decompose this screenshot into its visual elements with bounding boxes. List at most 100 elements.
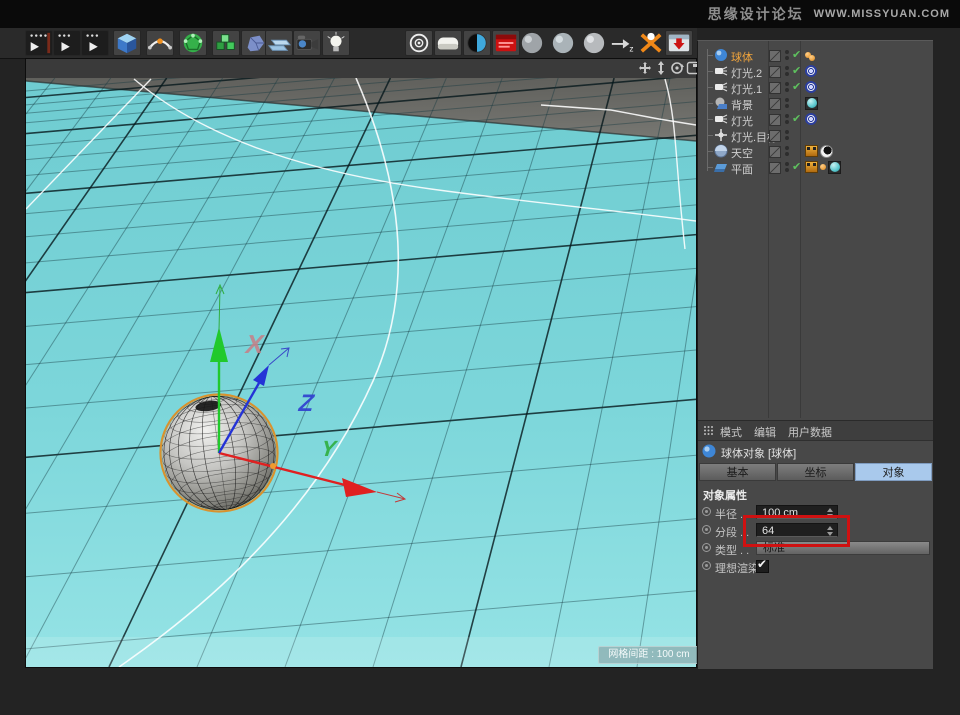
object-row-background[interactable]: 背景 [698,95,933,111]
phong-tag-icon[interactable] [809,55,815,61]
compositing-tag-icon[interactable] [805,161,818,173]
tab-object[interactable]: 对象 [855,463,932,481]
top-title-bar: 思缘设计论坛 WWW.MISSYUAN.COM [0,0,960,28]
layer-toggle[interactable] [769,146,781,158]
keyframe-record-1-button[interactable] [25,30,53,56]
visibility-dots[interactable] [785,114,789,124]
gizmo-plane-handle[interactable] [270,463,276,469]
cube-primitive-button[interactable] [113,30,141,56]
object-row-plane[interactable]: 平面 ✔ [698,159,933,175]
subdivision-surface-button[interactable] [179,30,207,56]
compositing-tag-icon[interactable] [805,145,818,157]
type-key-radio[interactable] [702,543,711,552]
watermark-title: 思缘设计论坛 [708,4,804,24]
enable-check[interactable]: ✔ [792,64,801,77]
background-object-icon [714,96,728,110]
plane-object-icon [714,160,728,174]
material-sphere-2[interactable] [549,30,577,56]
render-perfect-key-radio[interactable] [702,561,711,570]
grid-menu-icon[interactable] [703,425,714,439]
tab-basic[interactable]: 基本 [699,463,776,481]
keyframe-record-3-button[interactable] [81,30,109,56]
layer-toggle[interactable] [769,82,781,94]
light-object-icon [714,64,728,78]
visibility-dots[interactable] [785,66,789,76]
render-region-target-button[interactable] [405,30,433,56]
segments-key-radio[interactable] [702,525,711,534]
material-sphere-1[interactable] [518,30,546,56]
attribute-object-title-row: 球体对象 [球体] [698,442,933,460]
object-row-sphere[interactable]: 球体 ✔ [698,47,933,63]
texture-tag-icon[interactable] [828,161,841,174]
pan-icon[interactable] [638,61,652,75]
menu-edit[interactable]: 编辑 [754,424,776,440]
enable-check[interactable]: ✔ [792,112,801,125]
main-toolbar: z [0,28,697,59]
coordinates-z-button[interactable]: z [608,30,636,56]
radius-key-radio[interactable] [702,507,711,516]
array-cloner-button[interactable] [212,30,240,56]
layer-toggle[interactable] [769,114,781,126]
material-sphere-3[interactable] [580,30,608,56]
menu-user-data[interactable]: 用户数据 [788,424,832,440]
layer-toggle[interactable] [769,130,781,142]
grid-spacing-status: 网格间距 : 100 cm [598,646,700,664]
enable-check[interactable]: ✔ [792,80,801,93]
render-picture-viewer-button[interactable] [463,30,491,56]
application-window: 思缘设计论坛 WWW.MISSYUAN.COM [0,0,960,715]
visibility-dots[interactable] [785,130,789,140]
zoom-icon[interactable] [654,61,668,75]
object-properties-title: 对象属性 [703,487,747,503]
layer-toggle[interactable] [769,162,781,174]
layer-toggle[interactable] [769,98,781,110]
light-object-icon [714,112,728,126]
menu-mode[interactable]: 模式 [720,424,742,440]
object-row-sky[interactable]: 天空 [698,143,933,159]
layer-toggle[interactable] [769,66,781,78]
target-tag-icon[interactable] [805,65,817,77]
xpresso-button[interactable] [637,30,665,56]
render-active-view-button[interactable] [434,30,462,56]
tab-coordinates[interactable]: 坐标 [777,463,854,481]
enable-check[interactable]: ✔ [792,160,801,173]
floor-button[interactable] [265,30,293,56]
content-browser-button[interactable] [665,30,693,56]
enable-check[interactable]: ✔ [792,48,801,61]
right-panel: 球体 ✔ 灯光.2 ✔ 灯光.1 ✔ 背景 [697,40,933,668]
viewport-header [26,59,696,79]
texture-tag-icon[interactable] [805,97,818,110]
object-row-light2[interactable]: 灯光.2 ✔ [698,63,933,79]
object-row-light-target[interactable]: 灯光.目标 [698,127,933,143]
render-perfect-checkbox[interactable]: ✔ [756,560,769,573]
spline-pen-button[interactable] [146,30,174,56]
visibility-dots[interactable] [785,82,789,92]
plane-object[interactable] [26,81,696,667]
sky-object-icon [714,144,728,158]
render-settings-button[interactable] [492,30,520,56]
layer-toggle[interactable] [769,50,781,62]
light-button[interactable] [322,30,350,56]
light-object-icon [714,80,728,94]
viewport-3d[interactable]: X Z Y 网格间距 : 100 cm [25,58,697,668]
texture-tag-bw-icon[interactable] [820,145,833,158]
plane-glow [26,637,696,667]
attribute-object-title: 球体对象 [球体] [721,445,796,461]
object-row-light1[interactable]: 灯光.1 ✔ [698,79,933,95]
keyframe-record-2-button[interactable] [53,30,81,56]
visibility-dots[interactable] [785,50,789,60]
sphere-object-icon [714,48,728,62]
target-tag-icon[interactable] [805,113,817,125]
visibility-dots[interactable] [785,162,789,172]
svg-text:z: z [629,43,633,53]
render-perfect-row: 理想渲染 ✔ [698,558,933,574]
watermark-site: WWW.MISSYUAN.COM [814,8,950,20]
visibility-dots[interactable] [785,98,789,108]
target-tag-icon[interactable] [805,81,817,93]
object-row-light[interactable]: 灯光 ✔ [698,111,933,127]
attribute-menu-bar: 模式 编辑 用户数据 [698,420,933,441]
visibility-dots[interactable] [785,146,789,156]
camera-button[interactable] [293,30,321,56]
rotate-icon[interactable] [670,61,684,75]
phong-tag-icon[interactable] [820,164,826,170]
viewport-canvas[interactable]: X Z Y [26,78,696,667]
